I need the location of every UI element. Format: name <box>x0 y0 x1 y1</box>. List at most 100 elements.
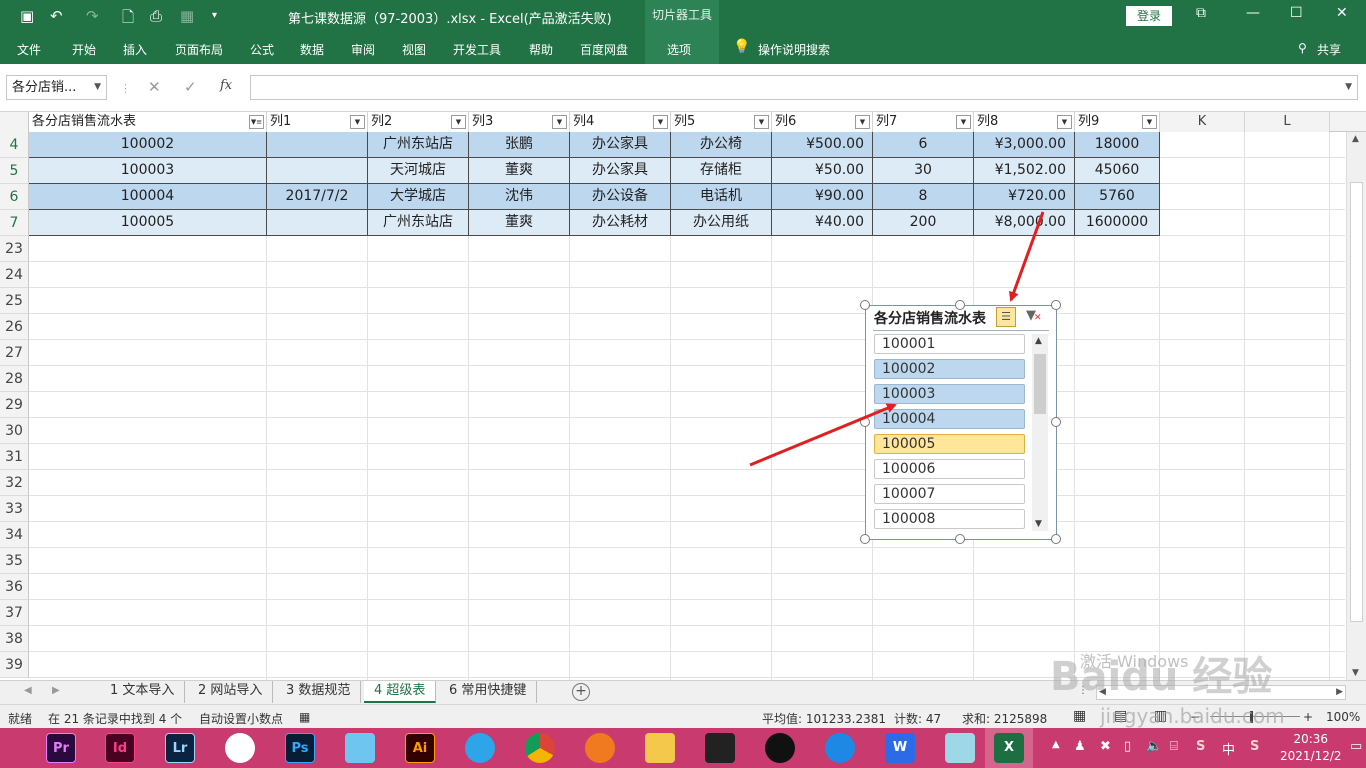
resize-handle[interactable] <box>1051 417 1061 427</box>
column-header[interactable]: 列4 ▼ <box>570 112 671 132</box>
table-cell[interactable]: 张鹏 <box>469 132 570 158</box>
table-cell[interactable]: 30 <box>873 158 974 184</box>
table-cell[interactable]: 100005 <box>29 210 267 236</box>
filter-dropdown-icon[interactable]: ▼ <box>653 115 668 129</box>
table-cell[interactable]: 大学城店 <box>368 184 469 210</box>
premiere-icon[interactable]: Pr <box>46 733 76 763</box>
tab-options[interactable]: 选项 <box>667 41 691 58</box>
table-cell[interactable]: 6 <box>873 132 974 158</box>
tab-data[interactable]: 数据 <box>300 41 324 58</box>
scroll-right-icon[interactable]: ▶ <box>1336 687 1343 697</box>
tell-me-search[interactable]: 操作说明搜索 <box>758 41 830 58</box>
resize-handle[interactable] <box>860 417 870 427</box>
select-all-corner[interactable] <box>0 112 29 132</box>
slicer-item[interactable]: 100008 <box>874 509 1025 529</box>
filter-dropdown-icon[interactable]: ▼ <box>956 115 971 129</box>
cancel-icon[interactable]: ✕ <box>148 78 161 96</box>
row-header[interactable]: 28 <box>0 366 29 392</box>
filter-dropdown-icon[interactable]: ▼ <box>350 115 365 129</box>
table-cell[interactable]: 广州东站店 <box>368 132 469 158</box>
page-layout-view-icon[interactable]: ▤ <box>1114 708 1127 724</box>
table-cell[interactable]: 100004 <box>29 184 267 210</box>
table-cell[interactable]: ¥90.00 <box>772 184 873 210</box>
maximize-button[interactable]: ☐ <box>1290 5 1303 21</box>
drag-handle-icon[interactable]: ⋮ <box>120 82 131 95</box>
name-box[interactable]: 各分店销... ▼ <box>6 75 107 100</box>
table-cell[interactable]: ¥40.00 <box>772 210 873 236</box>
customize-qat-icon[interactable]: ▾ <box>212 10 217 21</box>
new-file-icon[interactable]: 🗋 <box>122 7 134 32</box>
scroll-down-icon[interactable]: ▼ <box>1035 519 1042 529</box>
resize-handle[interactable] <box>860 534 870 544</box>
redo-icon[interactable]: ↷ <box>86 7 99 25</box>
resize-handle[interactable] <box>860 300 870 310</box>
table-cell[interactable]: ¥720.00 <box>974 184 1075 210</box>
login-button[interactable]: 登录 <box>1126 6 1172 26</box>
table-cell[interactable]: ¥8,000.00 <box>974 210 1075 236</box>
row-header[interactable]: 34 <box>0 522 29 548</box>
filter-dropdown-icon[interactable]: ▼ <box>1057 115 1072 129</box>
column-header[interactable]: K <box>1160 112 1245 132</box>
table-cell[interactable]: 电话机 <box>671 184 772 210</box>
scroll-up-icon[interactable]: ▲ <box>1035 336 1042 346</box>
sogou-icon[interactable]: S <box>1250 739 1259 754</box>
insert-function-icon[interactable]: fx <box>220 78 232 93</box>
table-cell[interactable] <box>267 210 368 236</box>
input-lang-icon[interactable]: 中 <box>1222 739 1235 758</box>
add-sheet-button[interactable]: + <box>572 683 590 701</box>
column-header[interactable]: 列1 ▼ <box>267 112 368 132</box>
column-header[interactable]: 列7 ▼ <box>873 112 974 132</box>
resize-handle[interactable] <box>1051 300 1061 310</box>
volume-icon[interactable]: 🔈 <box>1146 739 1162 754</box>
row-header[interactable]: 25 <box>0 288 29 314</box>
form-icon[interactable]: ▦ <box>180 7 194 25</box>
row-header[interactable]: 26 <box>0 314 29 340</box>
table-cell[interactable]: 存储柜 <box>671 158 772 184</box>
vertical-scrollbar[interactable]: ▲ ▼ <box>1346 132 1366 680</box>
table-cell[interactable]: ¥1,502.00 <box>974 158 1075 184</box>
multi-select-icon[interactable]: ☰ <box>996 307 1016 327</box>
column-header[interactable]: 列8 ▼ <box>974 112 1075 132</box>
filter-dropdown-icon[interactable]: ▼ <box>1142 115 1157 129</box>
close-button[interactable]: ✕ <box>1336 5 1348 21</box>
table-cell[interactable]: 办公家具 <box>570 132 671 158</box>
qq-icon[interactable] <box>765 733 795 763</box>
save-icon[interactable]: ▣ <box>20 7 34 25</box>
column-header[interactable]: 列5 ▼ <box>671 112 772 132</box>
table-cell[interactable]: 沈伟 <box>469 184 570 210</box>
table-cell[interactable]: 45060 <box>1075 158 1160 184</box>
tab-review[interactable]: 审阅 <box>351 41 375 58</box>
table-cell[interactable]: 天河城店 <box>368 158 469 184</box>
undo-icon[interactable]: ↶ <box>50 7 63 25</box>
table-cell[interactable]: 办公用纸 <box>671 210 772 236</box>
table-cell[interactable]: 广州东站店 <box>368 210 469 236</box>
sogou-input-icon[interactable]: S <box>1196 739 1205 754</box>
table-cell[interactable]: 办公耗材 <box>570 210 671 236</box>
column-header[interactable]: 各分店销售流水表 ▼≡ <box>29 112 267 132</box>
tab-formulas[interactable]: 公式 <box>250 41 274 58</box>
network-off-icon[interactable]: ✖ <box>1100 739 1111 754</box>
network-icon[interactable]: ⌸ <box>1170 739 1178 754</box>
slicer-scrollbar[interactable]: ▲ ▼ <box>1032 334 1048 531</box>
tab-insert[interactable]: 插入 <box>123 41 147 58</box>
table-cell[interactable]: 8 <box>873 184 974 210</box>
next-sheet-icon[interactable]: ▶ <box>52 685 60 696</box>
page-break-view-icon[interactable]: ▥ <box>1154 708 1167 724</box>
slicer-item[interactable]: 100001 <box>874 334 1025 354</box>
column-header[interactable]: L <box>1245 112 1330 132</box>
worksheet-grid[interactable]: 各分店销售流水表 ▼≡ 列1 ▼ 列2 ▼ 列3 ▼ 列4 ▼ 列5 ▼ 列6 ▼ 列7 ▼ 列8 ▼ 列9 ▼ K L … <box>0 112 1366 680</box>
resize-handle[interactable] <box>955 300 965 310</box>
minimize-button[interactable]: — <box>1246 5 1260 21</box>
slicer-item[interactable]: 100005 <box>874 434 1025 454</box>
scroll-left-icon[interactable]: ◀ <box>1099 687 1106 697</box>
browser-icon[interactable] <box>465 733 495 763</box>
ribbon-display-icon[interactable]: ⧉ <box>1196 5 1206 21</box>
resize-handle[interactable] <box>1051 534 1061 544</box>
qq-tray-icon[interactable]: ♟ <box>1074 739 1086 754</box>
row-header[interactable]: 4 <box>0 132 29 158</box>
tab-baidu-netdisk[interactable]: 百度网盘 <box>580 41 628 58</box>
row-header[interactable]: 6 <box>0 184 29 210</box>
tray-expand-icon[interactable]: ▲ <box>1052 739 1060 750</box>
lightroom-icon[interactable]: Lr <box>165 733 195 763</box>
illustrator-icon[interactable]: Ai <box>405 733 435 763</box>
